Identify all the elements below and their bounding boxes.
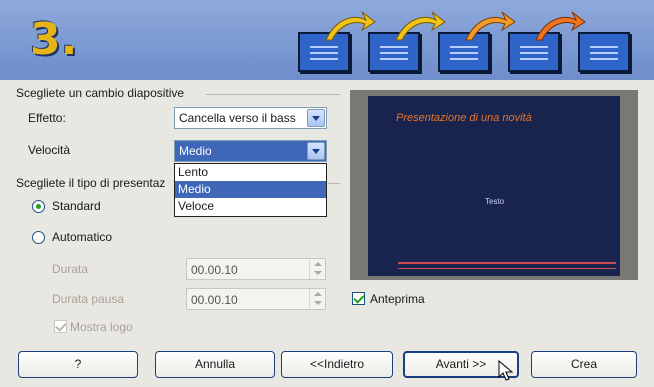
- preview-slide-title: Presentazione di una novità: [396, 112, 532, 124]
- effect-label: Effetto:: [28, 111, 66, 125]
- pause-duration-label: Durata pausa: [52, 292, 125, 306]
- section-divider: [206, 94, 340, 95]
- pause-duration-field[interactable]: 00.00.10: [186, 288, 326, 310]
- preview-decoration-line: [398, 268, 616, 269]
- preview-slide-text: Testo: [485, 197, 505, 206]
- step-number: 3.: [30, 14, 78, 65]
- speed-label: Velocità: [28, 143, 71, 157]
- speed-option-veloce[interactable]: Veloce: [175, 198, 326, 215]
- transition-arrow-icon: [395, 11, 446, 41]
- create-button[interactable]: Crea: [531, 351, 637, 378]
- chevron-down-icon[interactable]: [307, 142, 325, 160]
- speed-option-lento[interactable]: Lento: [175, 164, 326, 181]
- cancel-button[interactable]: Annulla: [155, 351, 275, 378]
- back-button[interactable]: <<Indietro: [281, 351, 393, 378]
- transition-arrow-icon: [535, 11, 586, 41]
- duration-field[interactable]: 00.00.10: [186, 258, 326, 280]
- speed-select[interactable]: Medio: [174, 140, 327, 162]
- chevron-down-icon[interactable]: [307, 109, 325, 127]
- preview-decoration-line: [398, 262, 616, 264]
- radio-standard[interactable]: [32, 200, 45, 213]
- transition-section-title: Scegliete un cambio diapositive: [16, 86, 185, 100]
- speed-option-medio[interactable]: Medio: [175, 181, 326, 198]
- standard-label[interactable]: Standard: [52, 199, 101, 213]
- radio-automatic[interactable]: [32, 231, 45, 244]
- section-divider: [328, 183, 340, 184]
- pause-duration-stepper[interactable]: [309, 289, 325, 309]
- automatic-label[interactable]: Automatico: [52, 230, 112, 244]
- mouse-pointer-icon: [498, 360, 514, 381]
- speed-dropdown-list: Lento Medio Veloce: [174, 163, 327, 217]
- show-logo-checkbox[interactable]: [54, 320, 67, 333]
- show-logo-label: Mostra logo: [70, 320, 133, 334]
- duration-label: Durata: [52, 262, 89, 276]
- help-button[interactable]: ?: [18, 351, 138, 378]
- wizard-header-banner: 3.: [0, 0, 654, 80]
- transition-arrow-icon: [325, 11, 376, 41]
- preview-checkbox-label[interactable]: Anteprima: [370, 292, 425, 306]
- preview-checkbox[interactable]: [352, 292, 365, 305]
- effect-select[interactable]: Cancella verso il bass: [174, 107, 327, 129]
- duration-stepper[interactable]: [309, 259, 325, 279]
- transition-arrow-icon: [465, 11, 516, 41]
- type-section-title: Scegliete il tipo di presentaz: [16, 176, 166, 190]
